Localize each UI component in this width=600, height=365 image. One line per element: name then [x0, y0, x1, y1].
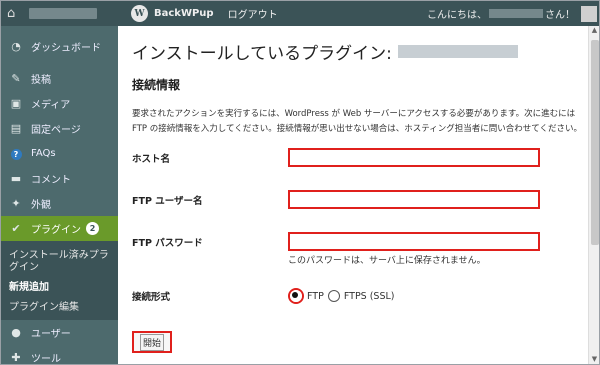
ftp-password-input[interactable]: [288, 232, 540, 251]
sidebar-item-label: メディア: [31, 100, 71, 111]
ftp-password-row: FTP パスワード: [132, 232, 540, 251]
pin-icon: ✎: [11, 72, 21, 85]
tool-icon: ✚: [11, 351, 21, 364]
sidebar-item-pages[interactable]: ▤ 固定ページ: [1, 116, 118, 141]
sidebar-item-label: ツール: [31, 354, 61, 365]
window: ⌂ W BackWPup ログアウト こんにちは、 さん！ ◔ ダッシュボード …: [0, 0, 600, 365]
ftp-user-row: FTP ユーザー名: [132, 190, 540, 209]
site-name-redacted[interactable]: [29, 8, 97, 19]
sidebar-item-label: 外観: [31, 200, 51, 211]
host-input[interactable]: [288, 148, 540, 167]
plugin-name-redacted: [397, 44, 518, 58]
host-row: ホスト名: [132, 148, 540, 167]
update-count-badge: 2: [86, 222, 99, 235]
media-icon: ▣: [10, 97, 22, 110]
comment-icon: ▬: [10, 172, 22, 185]
sidebar-item-tools[interactable]: ✚ ツール: [1, 345, 118, 365]
backwpup-menu[interactable]: BackWPup: [154, 8, 214, 19]
submenu-installed-plugins[interactable]: インストール済みプラグイン: [1, 245, 118, 276]
sidebar-item-posts[interactable]: ✎ 投稿: [1, 66, 118, 91]
sidebar-item-users[interactable]: ● ユーザー: [1, 320, 118, 345]
ftp-user-input[interactable]: [288, 190, 540, 209]
sidebar-item-label: 固定ページ: [31, 125, 81, 136]
sidebar-item-faqs[interactable]: ? FAQs: [1, 141, 118, 166]
appearance-icon: ✦: [11, 197, 21, 210]
sidebar-item-appearance[interactable]: ✦ 外観: [1, 191, 118, 216]
ftp-radio[interactable]: [290, 290, 302, 302]
host-label: ホスト名: [132, 153, 171, 165]
start-button-highlight: 開始: [132, 331, 173, 353]
ftp-user-label: FTP ユーザー名: [132, 195, 203, 207]
ftps-radio[interactable]: [327, 290, 340, 302]
page-title-text: インストールしているプラグイン:: [132, 43, 392, 64]
scroll-up-icon[interactable]: ▲: [589, 26, 599, 37]
section-heading: 接続情報: [132, 78, 181, 92]
greeting-suffix: さん！: [545, 10, 575, 21]
logout-link[interactable]: ログアウト: [228, 6, 278, 21]
admin-sidebar: ◔ ダッシュボード ✎ 投稿 ▣ メディア ▤ 固定ページ ? FAQs ▬ コ…: [1, 26, 118, 365]
sidebar-item-plugins[interactable]: ✔ プラグイン 2: [1, 216, 118, 241]
page-title: インストールしているプラグイン:: [132, 40, 588, 64]
plugin-icon: ✔: [11, 222, 21, 235]
sidebar-item-label: FAQs: [31, 148, 56, 159]
admin-bar: ⌂ W BackWPup ログアウト こんにちは、 さん！: [1, 1, 599, 26]
scroll-down-icon[interactable]: ▼: [589, 355, 599, 364]
sidebar-item-label: ダッシュボード: [31, 42, 101, 54]
start-button[interactable]: 開始: [140, 333, 165, 351]
ftps-option-label[interactable]: FTPS (SSL): [344, 291, 395, 302]
main-content: インストールしているプラグイン: 接続情報 要求されたアクションを実行するには、…: [118, 26, 588, 364]
vertical-scrollbar[interactable]: ▲ ▼: [588, 26, 599, 364]
sidebar-item-dashboard[interactable]: ◔ ダッシュボード: [1, 26, 118, 66]
page-icon: ▤: [10, 122, 22, 135]
greeting[interactable]: こんにちは、 さん！: [427, 5, 599, 22]
sidebar-item-label: コメント: [31, 175, 71, 186]
ftp-option-label[interactable]: FTP: [307, 291, 324, 302]
plugins-submenu: インストール済みプラグイン 新規追加 プラグイン編集: [1, 241, 118, 320]
sidebar-item-label: 投稿: [31, 75, 51, 86]
sidebar-item-label: ユーザー: [31, 329, 71, 340]
connection-type-options: FTP FTPS (SSL): [288, 288, 399, 304]
password-hint: このパスワードは、サーバ上に保存されません。: [288, 256, 486, 266]
sidebar-item-comments[interactable]: ▬ コメント: [1, 166, 118, 191]
connection-type-label: 接続形式: [132, 292, 171, 303]
description-text: 要求されたアクションを実行するには、WordPress が Web サーバーにア…: [132, 109, 582, 134]
avatar: [581, 5, 597, 22]
wordpress-logo-icon[interactable]: W: [131, 5, 148, 22]
home-icon[interactable]: ⌂: [7, 6, 25, 21]
submenu-add-new[interactable]: 新規追加: [1, 276, 118, 300]
connection-type-row: 接続形式 FTP FTPS (SSL): [132, 288, 399, 304]
ftp-radio-highlight: [288, 288, 304, 304]
faq-icon: ?: [10, 149, 22, 160]
user-icon: ●: [11, 326, 21, 339]
username-redacted: [489, 9, 543, 18]
sidebar-item-label: プラグイン: [31, 225, 81, 236]
scroll-thumb[interactable]: [591, 40, 599, 245]
dashboard-icon: ◔: [11, 39, 21, 53]
sidebar-item-media[interactable]: ▣ メディア: [1, 91, 118, 116]
greeting-prefix: こんにちは、: [427, 10, 487, 21]
submenu-plugin-editor[interactable]: プラグイン編集: [1, 300, 118, 316]
ftp-password-label: FTP パスワード: [132, 237, 203, 249]
